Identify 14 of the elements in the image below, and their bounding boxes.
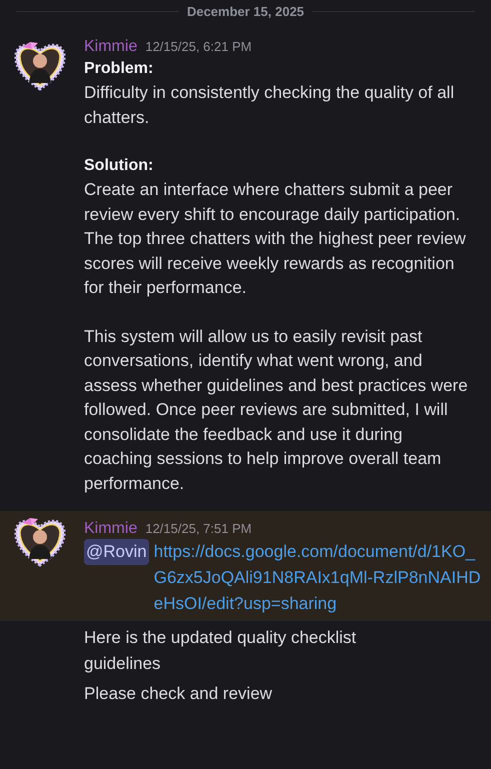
link[interactable]: https://docs.google.com/document/d/1KO_G6zx5JoQAli91N8RAIx1qMl-RzlP8nNAIHDeHsOI/edit?usp=sharing xyxy=(154,539,483,617)
message-text: Please check and review xyxy=(84,683,274,705)
message-text: This system will allow us to easily revisit past conversations, identify what went wrong, and assess whether guidelines and best practices were followed. Once peer reviews are submitted, I will consolidate the feedback and use it during coaching sessions to help improve overall team performance. xyxy=(84,326,469,494)
timestamp: 12/15/25, 6:21 PM xyxy=(145,38,252,56)
message-text: Create an interface where chatters submit a peer review every shift to encourage daily participation. The top three chatters with the highest peer review scores will receive weekly rewards as recognition for their performance. xyxy=(84,179,467,299)
mention[interactable]: @Rovin xyxy=(84,539,149,565)
timestamp: 12/15/25, 7:51 PM xyxy=(145,520,252,538)
message-heading: Problem: xyxy=(84,59,154,79)
message-text: Here is the updated quality checklist guidelines xyxy=(84,627,358,675)
date-divider-label: December 15, 2025 xyxy=(186,4,304,18)
author-name[interactable]: Kimmie xyxy=(84,35,138,59)
message-text: Difficulty in consistently checking the quality of all chatters. xyxy=(84,82,456,128)
message-heading: Solution: xyxy=(84,156,154,176)
author-name[interactable]: Kimmie xyxy=(84,517,138,541)
